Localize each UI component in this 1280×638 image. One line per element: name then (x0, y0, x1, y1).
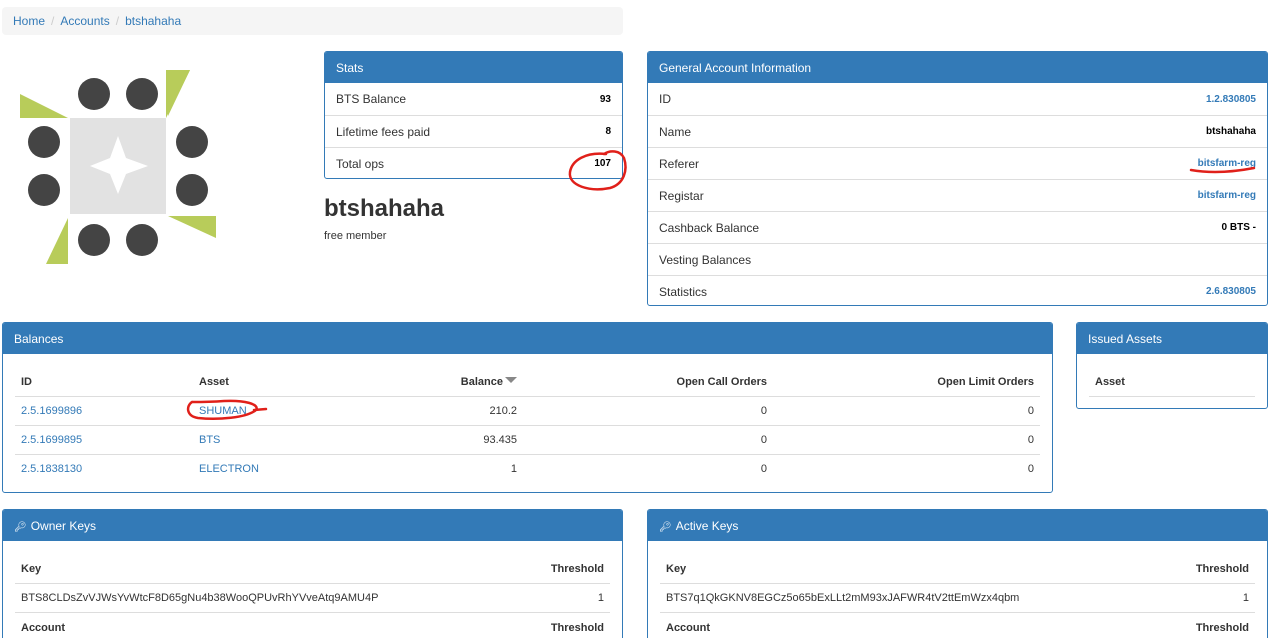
stats-panel: Stats BTS Balance 93 Lifetime fees paid 8 … (324, 51, 623, 179)
balance-id-link[interactable]: 2.5.1838130 (21, 463, 82, 475)
account-id-link[interactable]: 1.2.830805 (1206, 94, 1256, 105)
info-row-vesting: Vesting Balances (648, 243, 1267, 275)
asset-link[interactable]: BTS (199, 434, 220, 446)
breadcrumb: Home / Accounts / btshahaha (2, 7, 623, 35)
balances-panel: Balances ID Asset Balance Open Call Orde… (2, 322, 1053, 493)
owner-keys-table: Key Threshold BTS8CLDsZvVJWsYvWtcF8D65gNu… (15, 553, 610, 638)
breadcrumb-accounts[interactable]: Accounts (60, 14, 109, 28)
stats-row-total-ops: Total ops 107 (325, 147, 622, 178)
col-threshold: Threshold (1164, 553, 1255, 584)
table-row: BTS8CLDsZvVJWsYvWtcF8D65gNu4b38WooQPUvRh… (15, 583, 610, 613)
breadcrumb-home[interactable]: Home (13, 14, 45, 28)
identicon-avatar (20, 70, 216, 264)
col-threshold: Threshold (520, 553, 610, 584)
col-balance[interactable]: Balance (343, 366, 523, 397)
asset-link[interactable]: ELECTRON (199, 463, 259, 475)
issued-assets-title: Issued Assets (1077, 323, 1267, 354)
active-keys-table: Key Threshold BTS7q1QkGKNV8EGCz5o65bExLLt… (660, 553, 1255, 638)
col-issued-asset[interactable]: Asset (1089, 366, 1255, 397)
general-info-title: General Account Information (648, 52, 1267, 83)
stats-row-bts-balance: BTS Balance 93 (336, 92, 611, 106)
key-icon: 🔑︎ (659, 522, 672, 533)
asset-link[interactable]: SHUMAN (199, 405, 247, 417)
active-keys-title: Active Keys (675, 519, 739, 533)
issued-assets-panel: Issued Assets Asset (1076, 322, 1268, 409)
balance-id-link[interactable]: 2.5.1699895 (21, 434, 82, 446)
active-keys-panel: 🔑︎ Active Keys Key Threshold BTS7q1QkGKNV8… (647, 509, 1268, 638)
info-row-cashback: Cashback Balance 0 BTS - (648, 211, 1267, 243)
stats-row-lifetime-fees: Lifetime fees paid 8 (325, 115, 622, 147)
referer-link[interactable]: bitsfarm-reg (1198, 158, 1256, 169)
col-account: Account (666, 622, 710, 634)
statistics-link[interactable]: 2.6.830805 (1206, 286, 1256, 297)
key-icon: 🔑︎ (14, 522, 27, 533)
col-asset[interactable]: Asset (193, 366, 343, 397)
table-row: BTS7q1QkGKNV8EGCz5o65bExLLt2mM93xJAFWR4t… (660, 583, 1255, 613)
registrar-link[interactable]: bitsfarm-reg (1198, 190, 1256, 201)
table-row: 2.5.1699895 BTS 93.435 0 0 (15, 425, 1040, 455)
info-row-name: Name btshahaha (648, 115, 1267, 147)
info-row-statistics: Statistics 2.6.830805 (648, 275, 1267, 305)
col-key: Key (15, 553, 521, 584)
col-account-threshold: Threshold (550, 622, 604, 634)
active-keys-heading: 🔑︎ Active Keys (648, 510, 1267, 541)
balances-table: ID Asset Balance Open Call Orders Open L… (15, 366, 1040, 483)
col-key: Key (660, 553, 1165, 584)
owner-keys-title: Owner Keys (30, 519, 97, 533)
col-open-limit-orders[interactable]: Open Limit Orders (773, 366, 1040, 397)
account-membership: free member (324, 230, 387, 242)
balances-title: Balances (3, 323, 1052, 354)
balance-id-link[interactable]: 2.5.1699896 (21, 405, 82, 417)
col-account: Account (21, 622, 65, 634)
col-id[interactable]: ID (15, 366, 193, 397)
sort-desc-icon (505, 376, 517, 383)
owner-keys-panel: 🔑︎ Owner Keys Key Threshold BTS8CLDsZvVJWs… (2, 509, 623, 638)
col-open-call-orders[interactable]: Open Call Orders (523, 366, 773, 397)
info-row-referer: Referer bitsfarm-reg (648, 147, 1267, 179)
col-account-threshold: Threshold (1195, 622, 1249, 634)
active-key-value: BTS7q1QkGKNV8EGCz5o65bExLLt2mM93xJAFWR4t… (660, 583, 1165, 613)
table-row: 2.5.1838130 ELECTRON 1 0 0 (21, 462, 1034, 475)
account-name: btshahaha (324, 195, 445, 222)
breadcrumb-current: btshahaha (125, 14, 182, 28)
info-row-id: ID 1.2.830805 (659, 92, 1256, 106)
owner-key-value: BTS8CLDsZvVJWsYvWtcF8D65gNu4b38WooQPUvRh… (15, 583, 521, 613)
issued-assets-table: Asset (1089, 366, 1255, 397)
info-row-registrar: Registar bitsfarm-reg (648, 179, 1267, 211)
general-info-panel: General Account Information ID 1.2.830805… (647, 51, 1268, 306)
breadcrumb-separator: / (115, 14, 120, 28)
breadcrumb-separator: / (51, 14, 55, 28)
owner-keys-heading: 🔑︎ Owner Keys (3, 510, 622, 541)
stats-panel-title: Stats (325, 52, 622, 83)
table-row: 2.5.1699896 SHUMAN 210.2 0 0 (15, 396, 1040, 426)
